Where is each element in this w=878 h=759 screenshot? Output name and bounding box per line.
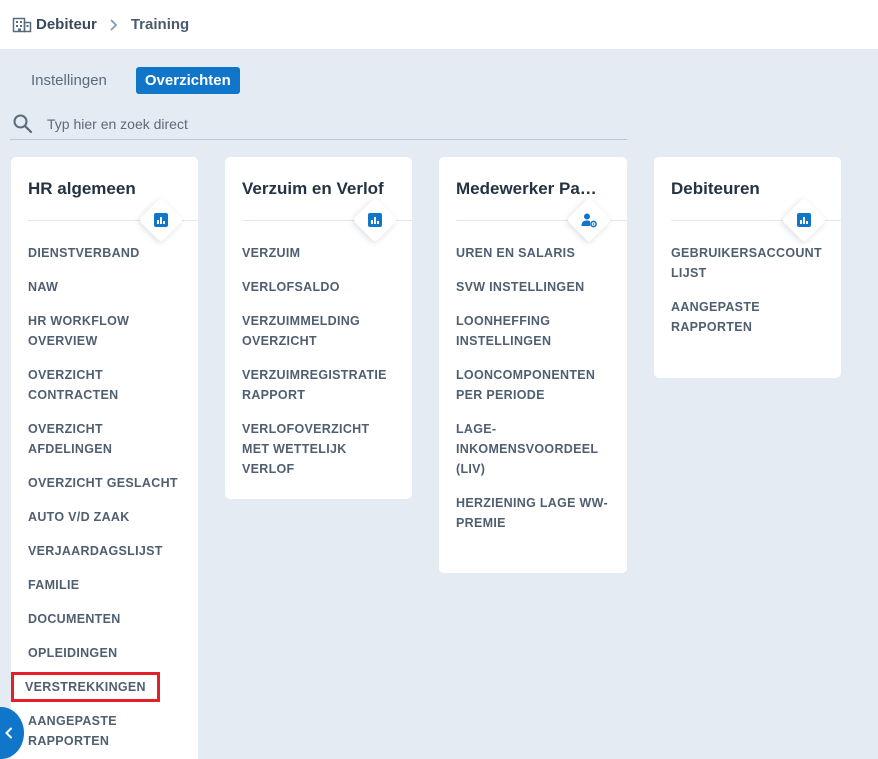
link-aangepaste-rapporten[interactable]: AANGEPASTE RAPPORTEN xyxy=(671,297,827,337)
breadcrumb-debiteur[interactable]: Debiteur xyxy=(36,16,97,33)
link-herziening-lage-ww-premie[interactable]: HERZIENING LAGE WW-PREMIE xyxy=(456,493,613,533)
top-bar: Debiteur Training xyxy=(0,0,878,49)
building-icon xyxy=(12,15,32,35)
link-auto-vd-zaak[interactable]: AUTO V/D ZAAK xyxy=(28,507,184,527)
card-badge xyxy=(781,197,827,243)
link-dienstverband[interactable]: DIENSTVERBAND xyxy=(28,243,184,263)
breadcrumb-training: Training xyxy=(130,16,190,33)
bar-chart-icon xyxy=(367,212,383,228)
card-title: Medewerker Pa… xyxy=(456,179,597,198)
link-verzuimregistratie-rapport[interactable]: VERZUIMREGISTRATIE RAPPORT xyxy=(242,365,398,405)
link-gebruikersaccount-lijst[interactable]: GEBRUIKERSACCOUNT LIJST xyxy=(671,243,827,283)
link-uren-en-salaris[interactable]: UREN EN SALARIS xyxy=(456,243,613,263)
card-title: Debiteuren xyxy=(671,179,760,198)
card-badge xyxy=(566,197,612,243)
view-tabs: Instellingen Overzichten xyxy=(22,67,240,94)
link-verlofoverzicht[interactable]: VERLOFOVERZICHT MET WETTELIJK VERLOF xyxy=(242,419,398,479)
link-verstrekkingen[interactable]: VERSTREKKINGEN xyxy=(11,672,160,702)
card-badge xyxy=(138,197,184,243)
link-list: UREN EN SALARIS SVW INSTELLINGEN LOONHEF… xyxy=(456,243,613,547)
link-looncomponenten-per-periode[interactable]: LOONCOMPONENTEN PER PERIODE xyxy=(456,365,613,405)
link-opleidingen[interactable]: OPLEIDINGEN xyxy=(28,643,184,663)
bar-chart-icon xyxy=(796,212,812,228)
link-svw-instellingen[interactable]: SVW INSTELLINGEN xyxy=(456,277,613,297)
link-verlofsaldo[interactable]: VERLOFSALDO xyxy=(242,277,398,297)
search-icon xyxy=(12,113,34,135)
user-settings-icon xyxy=(581,212,597,228)
card-badge xyxy=(352,197,398,243)
link-list: VERZUIM VERLOFSALDO VERZUIMMELDING OVERZ… xyxy=(242,243,398,493)
card-title: Verzuim en Verlof xyxy=(242,179,384,198)
card-debiteuren: Debiteuren GEBRUIKERSACCOUNT LIJST AANGE… xyxy=(654,157,841,378)
card-medewerker: Medewerker Pa… UREN EN SALARIS SVW INSTE… xyxy=(439,157,627,573)
link-hr-workflow-overview[interactable]: HR WORKFLOW OVERVIEW xyxy=(28,311,184,351)
link-familie[interactable]: FAMILIE xyxy=(28,575,184,595)
link-list: GEBRUIKERSACCOUNT LIJST AANGEPASTE RAPPO… xyxy=(671,243,827,351)
search-bar xyxy=(10,108,627,140)
link-naw[interactable]: NAW xyxy=(28,277,184,297)
link-list: DIENSTVERBAND NAW HR WORKFLOW OVERVIEW O… xyxy=(11,243,184,759)
link-verjaardagslijst[interactable]: VERJAARDAGSLIJST xyxy=(28,541,184,561)
link-overzicht-contracten[interactable]: OVERZICHT CONTRACTEN xyxy=(28,365,184,405)
tab-instellingen[interactable]: Instellingen xyxy=(22,67,116,94)
card-hr-algemeen: HR algemeen DIENSTVERBAND NAW HR WORKFLO… xyxy=(11,157,198,759)
link-overzicht-afdelingen[interactable]: OVERZICHT AFDELINGEN xyxy=(28,419,184,459)
search-input[interactable] xyxy=(47,115,607,132)
bar-chart-icon xyxy=(153,212,169,228)
card-verzuim-en-verlof: Verzuim en Verlof VERZUIM VERLOFSALDO VE… xyxy=(225,157,412,499)
card-title: HR algemeen xyxy=(28,179,136,198)
chevron-right-icon xyxy=(108,18,120,32)
link-overzicht-geslacht[interactable]: OVERZICHT GESLACHT xyxy=(28,473,184,493)
chevron-left-icon xyxy=(4,727,14,739)
link-verzuimmelding-overzicht[interactable]: VERZUIMMELDING OVERZICHT xyxy=(242,311,398,351)
link-verzuim[interactable]: VERZUIM xyxy=(242,243,398,263)
tab-overzichten[interactable]: Overzichten xyxy=(135,67,240,94)
link-documenten[interactable]: DOCUMENTEN xyxy=(28,609,184,629)
link-lage-inkomensvoordeel[interactable]: LAGE-INKOMENSVOORDEEL (LIV) xyxy=(456,419,613,479)
link-aangepaste-rapporten[interactable]: AANGEPASTE RAPPORTEN xyxy=(28,711,184,751)
link-loonheffing-instellingen[interactable]: LOONHEFFING INSTELLINGEN xyxy=(456,311,613,351)
